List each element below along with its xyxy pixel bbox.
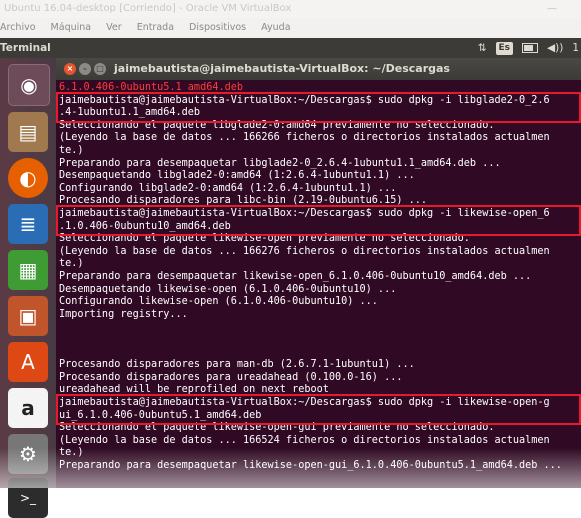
terminal-line: te.) — [59, 447, 84, 459]
terminal-icon[interactable]: >_ — [8, 478, 48, 518]
files-icon[interactable]: ▤ — [8, 112, 48, 152]
writer-icon[interactable]: ≣ — [8, 204, 48, 244]
launcher: ◉ ▤ ◐ ≣ ▦ ▣ A a ⚙ >_ — [0, 58, 56, 518]
highlight-box — [56, 205, 581, 236]
top-panel: Terminal ⇅ Es ◀)) 1 — [0, 38, 581, 58]
terminal-line: Desempaquetando likewise-open (6.1.0.406… — [59, 283, 397, 295]
menu-entrada[interactable]: Entrada — [137, 22, 174, 33]
host-window-title: Ubuntu 16.04-desktop [Corriendo] - Oracl… — [0, 0, 581, 18]
terminal-line: Preparando para desempaquetar likewise-o… — [59, 271, 532, 282]
terminal-output[interactable]: 6.1.0.406-0ubuntu5.1_amd64.deb jaimebaut… — [56, 80, 581, 488]
terminal-line: te.) — [59, 258, 84, 270]
highlight-box — [56, 394, 581, 425]
amazon-icon[interactable]: a — [8, 388, 48, 428]
minimize-icon[interactable]: — — [547, 0, 557, 18]
maximize-window-icon[interactable]: □ — [94, 63, 106, 75]
terminal-line: Preparando para desempaquetar libglade2-… — [59, 157, 501, 169]
battery-icon[interactable] — [522, 43, 539, 53]
minimize-window-icon[interactable]: – — [79, 63, 91, 75]
menu-ver[interactable]: Ver — [106, 22, 122, 33]
terminal-line: Desempaquetando libglade2-0:amd64 (1:2.6… — [59, 170, 415, 182]
software-center-icon[interactable]: A — [8, 342, 48, 382]
menu-ayuda[interactable]: Ayuda — [261, 22, 290, 33]
host-menubar: Archivo Máquina Ver Entrada Dispositivos… — [0, 18, 581, 38]
clock-partial[interactable]: 1 — [572, 38, 579, 58]
firefox-icon[interactable]: ◐ — [8, 158, 48, 198]
volume-icon[interactable]: ◀)) — [547, 38, 563, 58]
keyboard-icon[interactable]: Es — [495, 41, 514, 55]
calc-icon[interactable]: ▦ — [8, 250, 48, 290]
terminal-line: Procesando disparadores para man-db (2.6… — [59, 359, 415, 371]
terminal-line: Preparando para desempaquetar likewise-o… — [59, 460, 562, 471]
settings-icon[interactable]: ⚙ — [8, 434, 48, 474]
terminal-line: Configurando libglade2-0:amd64 (1:2.6.4-… — [59, 182, 397, 194]
panel-indicators: ⇅ Es ◀)) 1 — [478, 38, 579, 58]
terminal-line: (Leyendo la base de datos ... 166276 fic… — [59, 245, 550, 257]
network-icon[interactable]: ⇅ — [478, 38, 487, 58]
terminal-line: Configurando likewise-open (6.1.0.406-0u… — [59, 296, 378, 308]
highlight-box — [56, 92, 581, 123]
terminal-title: jaimebautista@jaimebautista-VirtualBox: … — [114, 62, 450, 75]
terminal-line: Procesando disparadores para ureadahead … — [59, 371, 403, 383]
terminal-line: Importing registry... — [59, 308, 188, 320]
terminal-line: (Leyendo la base de datos ... 166266 fic… — [59, 132, 550, 144]
menu-archivo[interactable]: Archivo — [0, 22, 36, 33]
terminal-line: te.) — [59, 145, 84, 156]
terminal-line: (Leyendo la base de datos ... 166524 fic… — [59, 434, 550, 446]
host-title-text: Ubuntu 16.04-desktop [Corriendo] - Oracl… — [4, 3, 292, 14]
dash-icon[interactable]: ◉ — [8, 64, 50, 106]
menu-dispositivos[interactable]: Dispositivos — [189, 22, 246, 33]
close-icon[interactable]: × — [64, 63, 76, 75]
active-app-name: Terminal — [0, 42, 51, 54]
terminal-titlebar[interactable]: × – □ jaimebautista@jaimebautista-Virtua… — [56, 58, 581, 80]
impress-icon[interactable]: ▣ — [8, 296, 48, 336]
menu-maquina[interactable]: Máquina — [51, 22, 92, 33]
